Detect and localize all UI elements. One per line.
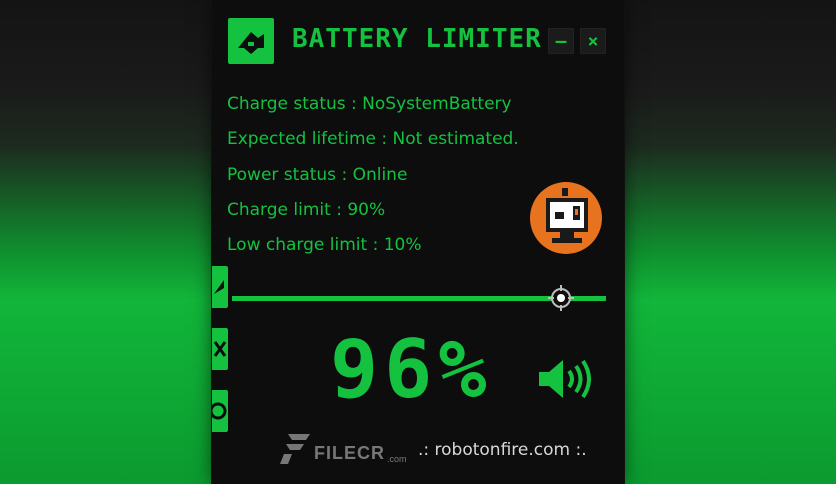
watermark-text: FILECR	[314, 443, 385, 463]
watermark: FILECR .com	[280, 432, 407, 464]
side-tab-circle-icon	[209, 402, 227, 420]
slider-crosshair-icon[interactable]	[548, 285, 574, 311]
robotonfire-link[interactable]: .: robotonfire.com :.	[418, 440, 587, 460]
side-tab-tools[interactable]	[212, 328, 228, 370]
app-logo-icon	[228, 18, 274, 64]
watermark-logo-icon	[280, 434, 310, 464]
robot-mascot-icon[interactable]	[530, 182, 602, 254]
charge-status-text: Charge status : NoSystemBattery	[227, 94, 512, 114]
low-charge-limit-text: Low charge limit : 10%	[227, 235, 422, 255]
power-status-text: Power status : Online	[227, 165, 408, 185]
side-tab-leaf[interactable]	[212, 266, 228, 308]
minimize-button[interactable]: –	[548, 28, 574, 54]
expected-lifetime-text: Expected lifetime : Not estimated.	[227, 129, 519, 149]
speaker-icon[interactable]	[537, 356, 595, 402]
close-icon: ×	[587, 30, 599, 52]
battery-limiter-window: BATTERY LIMITER – × Charge status : NoSy…	[209, 0, 624, 484]
minimize-icon: –	[555, 30, 567, 52]
charge-limit-text: Charge limit : 90%	[227, 200, 386, 220]
side-tab-tools-icon	[213, 341, 227, 357]
app-title: BATTERY LIMITER	[292, 24, 542, 54]
side-tab-leaf-icon	[214, 280, 224, 294]
close-button[interactable]: ×	[580, 28, 606, 54]
side-tab-circle[interactable]	[209, 390, 228, 432]
watermark-suffix: .com	[387, 454, 407, 464]
battery-percent: 96%	[330, 323, 493, 416]
